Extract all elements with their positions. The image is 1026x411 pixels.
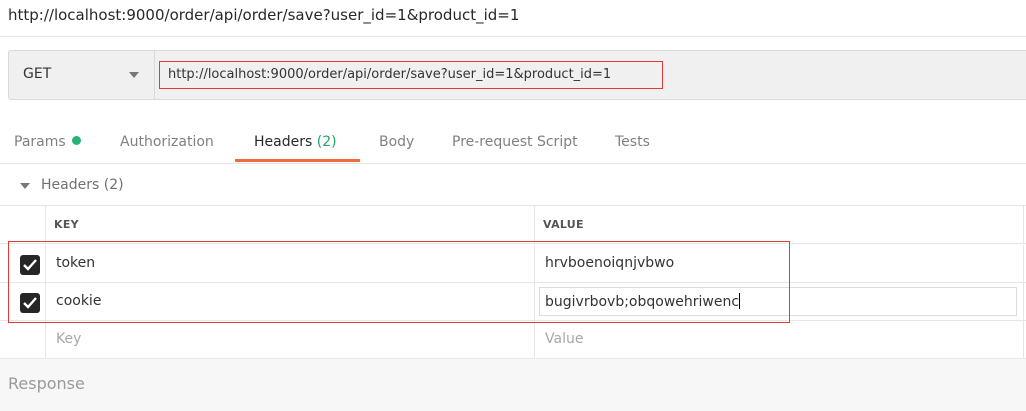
tab-body-label: Body <box>379 134 415 150</box>
tab-headers-count: (2) <box>316 134 337 150</box>
response-panel: Response <box>0 358 1026 411</box>
method-label: GET <box>23 66 52 82</box>
header-check-cell <box>0 206 46 243</box>
headers-section-title: Headers (2) <box>41 177 124 193</box>
params-active-dot-icon <box>71 136 81 145</box>
header-value-text: hrvboenoiqnjvbwo <box>545 255 675 271</box>
tab-authorization-label: Authorization <box>120 134 214 150</box>
tab-authorization[interactable]: Authorization <box>120 134 214 150</box>
request-bar: GET http://localhost:9000/order/api/orde… <box>8 50 1026 100</box>
header-key-text: token <box>56 255 96 271</box>
column-header-value: VALUE <box>543 218 584 231</box>
row-check-cell <box>0 283 46 320</box>
header-value-input[interactable]: bugivrbovb;obqowehriwenc <box>539 287 1017 316</box>
headers-table: KEY VALUE token hrvboenoiqnjvbwo cookie <box>0 206 1026 359</box>
tab-pre-request-script-label: Pre-request Script <box>452 134 578 150</box>
tab-params[interactable]: Params <box>14 134 81 150</box>
headers-section-header[interactable]: Headers (2) <box>0 164 1026 206</box>
method-dropdown[interactable]: GET <box>9 51 155 99</box>
row-checkbox[interactable] <box>20 293 40 313</box>
table-row: cookie bugivrbovb;obqowehriwenc <box>0 283 1026 321</box>
tab-tests-label: Tests <box>615 134 650 150</box>
row-key-cell[interactable]: cookie <box>46 283 535 320</box>
row-key-cell[interactable]: token <box>46 245 535 282</box>
chevron-down-icon <box>129 72 139 78</box>
new-key-cell[interactable]: Key <box>46 321 535 358</box>
value-placeholder: Value <box>545 331 584 347</box>
active-tab-underline <box>235 159 360 162</box>
row-checkbox[interactable] <box>20 255 40 275</box>
checkmark-icon <box>23 259 37 271</box>
tab-body[interactable]: Body <box>379 134 414 150</box>
tab-params-label: Params <box>14 134 66 150</box>
tab-headers-label: Headers <box>254 134 313 150</box>
new-value-cell[interactable]: Value <box>535 321 1024 358</box>
header-value-text: bugivrbovb;obqowehriwenc <box>545 293 741 310</box>
table-header-row: KEY VALUE <box>0 206 1026 244</box>
text-cursor <box>739 293 741 309</box>
header-key-cell: KEY <box>46 206 535 243</box>
table-row-empty: Key Value <box>0 321 1026 359</box>
row-check-cell <box>0 321 46 358</box>
page-title: http://localhost:9000/order/api/order/sa… <box>8 6 520 24</box>
url-input[interactable]: http://localhost:9000/order/api/order/sa… <box>159 61 663 89</box>
row-value-cell[interactable]: hrvboenoiqnjvbwo <box>535 245 1024 282</box>
header-value-cell: VALUE <box>535 206 1024 243</box>
url-area: http://localhost:9000/order/api/order/sa… <box>155 51 1026 99</box>
tab-headers[interactable]: Headers (2) <box>254 134 337 150</box>
row-check-cell <box>0 245 46 282</box>
request-tabs: Params Authorization Headers (2) Body Pr… <box>0 122 1026 164</box>
tab-tests[interactable]: Tests <box>615 134 650 150</box>
table-row: token hrvboenoiqnjvbwo <box>0 245 1026 283</box>
collapse-caret-icon[interactable] <box>20 183 30 189</box>
title-bar: http://localhost:9000/order/api/order/sa… <box>0 0 1026 37</box>
row-value-cell: bugivrbovb;obqowehriwenc <box>535 283 1024 320</box>
checkmark-icon <box>23 297 37 309</box>
response-label: Response <box>8 374 85 393</box>
column-header-key: KEY <box>54 218 79 231</box>
header-key-text: cookie <box>56 293 102 309</box>
tab-pre-request-script[interactable]: Pre-request Script <box>452 134 578 150</box>
key-placeholder: Key <box>56 331 82 347</box>
